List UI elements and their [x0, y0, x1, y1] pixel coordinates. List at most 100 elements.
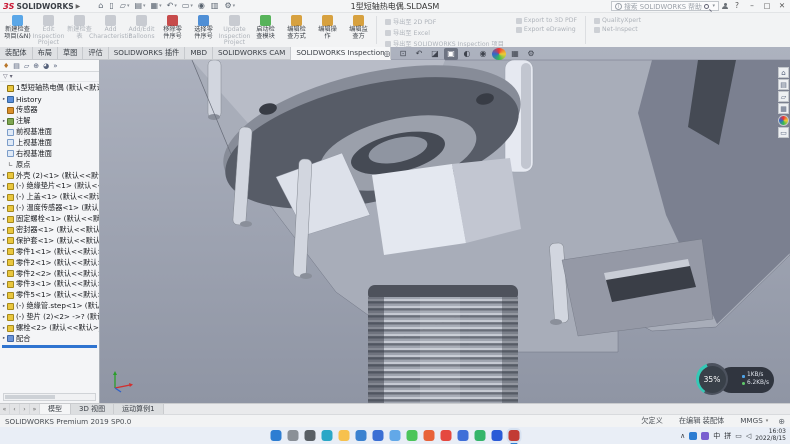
- tab-scroll-next-icon[interactable]: ›: [20, 404, 30, 414]
- panel-splitter[interactable]: [2, 345, 97, 348]
- feature-tree-item[interactable]: ▸ (-) 绝缘管.step<1> (默认<<默认>: [0, 301, 99, 312]
- feature-tree-item[interactable]: ▸ (-) 温度传感器<1> (默认<<默认>_: [0, 203, 99, 214]
- browser-icon[interactable]: [424, 430, 435, 441]
- export-item[interactable]: 导出至 2D PDF: [385, 17, 504, 26]
- ribbon-button[interactable]: 编辑监 查方: [343, 13, 374, 47]
- ime-language[interactable]: 中: [713, 431, 720, 441]
- dropdown-caret-icon[interactable]: ▾: [190, 3, 193, 9]
- quick-access-button[interactable]: ◉: [196, 0, 208, 12]
- export-item[interactable]: QualityXpert: [594, 17, 641, 24]
- onedrive-icon[interactable]: [390, 430, 401, 441]
- dropdown-caret-icon[interactable]: ▾: [174, 3, 177, 9]
- feature-tree-root[interactable]: 1型短轴热电偶 (默认<默认_显示状态-1>: [0, 83, 99, 94]
- search-dropdown-icon[interactable]: ▾: [712, 3, 715, 9]
- featuremanager-icon[interactable]: ♦: [3, 60, 9, 72]
- status-globe-icon[interactable]: ⊕: [778, 417, 785, 426]
- file-explorer-icon[interactable]: [339, 430, 350, 441]
- tray-expand-icon[interactable]: ∧: [680, 432, 685, 440]
- restore-icon[interactable]: ▢: [761, 0, 773, 12]
- quick-access-button[interactable]: ▤ ▾: [132, 0, 147, 12]
- tray-network-icon[interactable]: [689, 432, 697, 440]
- feature-tree-item[interactable]: ▸ 固定螺栓<1> (默认<<默认>_显示: [0, 214, 99, 225]
- section-view-icon[interactable]: ◪: [428, 48, 442, 60]
- view-orientation-icon[interactable]: ▣: [444, 48, 458, 60]
- tab-scroll-first-icon[interactable]: «: [0, 404, 10, 414]
- chrome-icon[interactable]: [441, 430, 452, 441]
- resources-icon[interactable]: ⌂: [778, 67, 789, 78]
- feature-tree-item[interactable]: ▸ (-) 上盖<1> (默认<<默认>_显示状: [0, 192, 99, 203]
- file-explorer-pane-icon[interactable]: ▱: [778, 91, 789, 102]
- feature-tree-item[interactable]: ▸ 零件5<1> (默认<<默认>_显示状: [0, 290, 99, 301]
- filter-caret[interactable]: ▾: [10, 73, 13, 80]
- feature-tree-item[interactable]: ▸ 零件3<1> (默认<<默认>_显示状: [0, 279, 99, 290]
- quick-access-button[interactable]: ▯: [107, 0, 116, 12]
- ribbon-button[interactable]: Add/Edit Balloons: [126, 13, 157, 47]
- ribbon-button[interactable]: Add Characteristic: [95, 13, 126, 47]
- tray-security-icon[interactable]: [701, 432, 709, 440]
- store-icon[interactable]: [373, 430, 384, 441]
- tree-filter[interactable]: ▽ ▾: [0, 72, 99, 82]
- feature-tree-item[interactable]: 传感器: [0, 105, 99, 116]
- scrollbar-thumb[interactable]: [5, 395, 55, 399]
- tray-speaker-icon[interactable]: ◁: [746, 432, 751, 440]
- command-tab[interactable]: SOLIDWORKS CAM: [213, 47, 291, 60]
- dropdown-caret-icon[interactable]: ▾: [127, 3, 130, 9]
- tray-monitor-icon[interactable]: ▭: [735, 432, 742, 440]
- feature-tree-item[interactable]: 上视基准面: [0, 137, 99, 148]
- zoom-area-icon[interactable]: ⊡: [396, 48, 410, 60]
- command-tab[interactable]: SOLIDWORKS 插件: [109, 47, 186, 60]
- more-tabs-icon[interactable]: »: [53, 60, 57, 72]
- start-icon[interactable]: [271, 430, 282, 441]
- appearances-icon[interactable]: [778, 115, 789, 126]
- login-icon[interactable]: [722, 3, 728, 10]
- command-tab[interactable]: SOLIDWORKS Inspection: [291, 47, 390, 60]
- help-icon[interactable]: ?: [731, 0, 743, 12]
- ribbon-button[interactable]: 选择零 件序号: [188, 13, 219, 47]
- quick-access-button[interactable]: ⌂: [96, 0, 106, 12]
- edit-appearance-icon[interactable]: [492, 48, 506, 60]
- minimize-icon[interactable]: –: [746, 0, 758, 12]
- logo-expand-icon[interactable]: ▶: [76, 3, 81, 10]
- edge-icon[interactable]: [322, 430, 333, 441]
- docs-icon[interactable]: [475, 430, 486, 441]
- displaymanager-icon[interactable]: ◕: [43, 60, 49, 72]
- ribbon-button[interactable]: 新建检查 项目(&N): [2, 13, 33, 47]
- command-tab[interactable]: 装配体: [0, 47, 33, 60]
- tab-scroll-prev-icon[interactable]: ‹: [10, 404, 20, 414]
- search-icon[interactable]: [288, 430, 299, 441]
- tab-scroll-last-icon[interactable]: »: [30, 404, 40, 414]
- feature-tree-item[interactable]: 原点: [0, 159, 99, 170]
- wechat-icon[interactable]: [407, 430, 418, 441]
- feature-tree-item[interactable]: ▸ 外壳 (2)<1> (默认<<默认>_显示状: [0, 170, 99, 181]
- feature-tree-item[interactable]: ▸ (-) 垫片 (2)<2> ->? (默认<<默认: [0, 312, 99, 323]
- zoom-fit-icon[interactable]: ◎: [380, 48, 394, 60]
- propertymanager-icon[interactable]: ▤: [13, 60, 20, 72]
- solidworks-icon[interactable]: [509, 430, 520, 441]
- scene-icon[interactable]: ▦: [508, 48, 522, 60]
- dimxpertmanager-icon[interactable]: ⊕: [33, 60, 39, 72]
- task-view-icon[interactable]: [305, 430, 316, 441]
- feature-tree-item[interactable]: ▸ 密封器<1> (默认<<默认>_显示状: [0, 225, 99, 236]
- quick-access-button[interactable]: ▭ ▾: [180, 0, 195, 12]
- custom-properties-icon[interactable]: ▭: [778, 127, 789, 138]
- search-icon[interactable]: [704, 4, 709, 9]
- document-tab[interactable]: 模型: [40, 404, 71, 414]
- command-tab[interactable]: 布局: [33, 47, 58, 60]
- quick-access-button[interactable]: ▥: [209, 0, 222, 12]
- previous-view-icon[interactable]: ↶: [412, 48, 426, 60]
- quick-access-button[interactable]: ▱ ▾: [118, 0, 132, 12]
- feature-tree-item[interactable]: ▸ 配合: [0, 333, 99, 344]
- word-icon[interactable]: [492, 430, 503, 441]
- mail-icon[interactable]: [356, 430, 367, 441]
- ribbon-button[interactable]: 启动检 查模块: [250, 13, 281, 47]
- ribbon-button[interactable]: 编辑检 查方式: [281, 13, 312, 47]
- export-item[interactable]: 导出至 Excel: [385, 28, 504, 37]
- viewport-canvas[interactable]: 1KB/s 6.2KB/s 35% ⌂ ▤ ▱ ▦ ▭: [100, 47, 790, 403]
- command-tab[interactable]: 评估: [83, 47, 108, 60]
- display-style-icon[interactable]: ◐: [460, 48, 474, 60]
- accelerator-ball[interactable]: 35%: [696, 363, 728, 395]
- clock[interactable]: 16:03 2022/8/15: [755, 429, 786, 442]
- view-palette-icon[interactable]: ▦: [778, 103, 789, 114]
- quick-access-button[interactable]: ▦ ▾: [149, 0, 164, 12]
- feature-tree-item[interactable]: ▸ 零件1<1> (默认<<默认>_显示状态: [0, 246, 99, 257]
